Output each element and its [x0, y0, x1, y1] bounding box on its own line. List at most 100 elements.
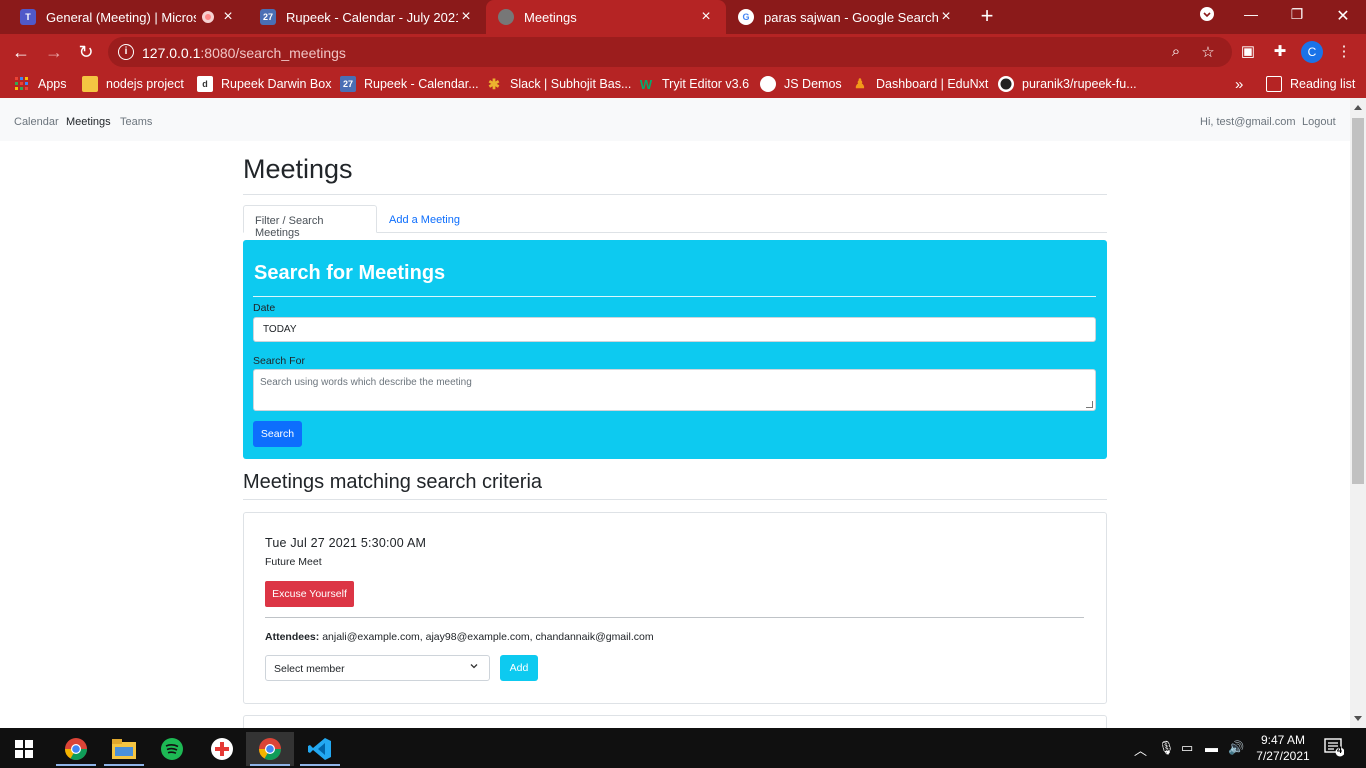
github-icon: [998, 76, 1014, 92]
screenshot-icon[interactable]: ▣: [1238, 42, 1258, 60]
edunxt-icon: ♟: [854, 76, 866, 91]
page-title: Meetings: [243, 154, 353, 184]
spotify-icon[interactable]: [148, 732, 196, 766]
network-icon[interactable]: ▭: [1181, 740, 1193, 756]
date-label: Date: [253, 302, 276, 314]
w3schools-icon: W: [639, 76, 653, 92]
profile-avatar[interactable]: C: [1301, 41, 1323, 63]
new-tab-icon[interactable]: +: [976, 5, 998, 28]
nav-link-calendar[interactable]: Calendar: [14, 116, 59, 128]
google-icon: G: [738, 9, 754, 25]
close-tab-icon[interactable]: ×: [458, 8, 474, 26]
scroll-thumb[interactable]: [1352, 118, 1364, 484]
slack-icon: ✱: [488, 75, 500, 92]
address-bar[interactable]: i 127.0.0.1:8080/search_meetings ⌕ ☆: [108, 37, 1232, 67]
add-member-button[interactable]: Add: [500, 655, 538, 681]
window-close-icon[interactable]: ✕: [1332, 6, 1354, 26]
results-heading: Meetings matching search criteria: [243, 471, 543, 493]
url-text[interactable]: 127.0.0.1:8080/search_meetings: [142, 45, 346, 61]
globe-icon: [498, 9, 514, 25]
browser-tab-teams[interactable]: T General (Meeting) | Microsof ×: [8, 0, 248, 34]
tab-filter-search[interactable]: Filter / Search Meetings: [243, 205, 377, 239]
date-input[interactable]: TODAY: [253, 317, 1096, 342]
bookmark-slack[interactable]: ✱ Slack | Subhojit Bas...: [486, 75, 631, 93]
browser-tab-calendar[interactable]: 27 Rupeek - Calendar - July 2021 ×: [248, 0, 486, 34]
bookmark-star-icon[interactable]: ☆: [1198, 43, 1218, 61]
calendar-icon: 27: [340, 76, 356, 92]
tab-search-icon[interactable]: [1196, 6, 1218, 25]
windows-start-icon[interactable]: [0, 732, 48, 766]
bookmark-github-rupeek[interactable]: puranik3/rupeek-fu...: [998, 75, 1137, 93]
resize-handle-icon[interactable]: [1086, 401, 1093, 408]
browser-tab-meetings[interactable]: Meetings ×: [486, 0, 726, 34]
teams-icon: T: [20, 9, 36, 25]
volume-icon[interactable]: 🔊: [1228, 740, 1244, 756]
close-tab-icon[interactable]: ×: [698, 8, 714, 26]
search-panel: Search for Meetings Date TODAY Search Fo…: [243, 240, 1107, 459]
bookmark-dashboard-edunxt[interactable]: ♟ Dashboard | EduNxt: [852, 75, 988, 93]
bookmarks-bar: Apps nodejs project d Rupeek Darwin Box …: [0, 70, 1366, 98]
scroll-up-icon[interactable]: [1354, 105, 1362, 110]
tray-overflow-icon[interactable]: ︿: [1134, 740, 1147, 759]
chrome-profile-taskbar-icon[interactable]: [246, 732, 294, 766]
extensions-icon[interactable]: ✚: [1270, 42, 1290, 60]
chrome-taskbar-icon[interactable]: [52, 732, 100, 766]
windows-taskbar: ︿ 🎙 ▭ ▬ 🔊 9:47 AM 7/27/2021 4: [0, 728, 1366, 768]
meeting-card: Tue Jul 27 2021 5:30:00 AM Future Meet E…: [243, 512, 1107, 704]
browser-tab-google[interactable]: G paras sajwan - Google Search ×: [726, 0, 966, 34]
browser-tabstrip: T General (Meeting) | Microsof × 27 Rupe…: [0, 0, 1366, 34]
member-select[interactable]: Select member: [265, 655, 490, 681]
meeting-name: Future Meet: [265, 556, 322, 568]
forward-icon[interactable]: →: [43, 41, 65, 63]
zoom-icon[interactable]: ⌕: [1166, 43, 1186, 60]
search-for-label: Search For: [253, 355, 305, 367]
scroll-down-icon[interactable]: [1354, 716, 1362, 721]
tab-add-meeting[interactable]: Add a Meeting: [378, 205, 471, 233]
bookmark-tryit-editor[interactable]: W Tryit Editor v3.6: [638, 75, 749, 93]
bookmark-apps[interactable]: Apps: [14, 75, 67, 93]
first-aid-app-icon[interactable]: [198, 732, 246, 766]
nav-link-meetings[interactable]: Meetings: [66, 116, 111, 128]
notifications-icon[interactable]: 4: [1324, 737, 1348, 760]
menu-kebab-icon[interactable]: ⋮: [1334, 42, 1354, 60]
restore-icon[interactable]: ❐: [1286, 6, 1308, 23]
bookmark-js-demos[interactable]: JS Demos: [760, 75, 842, 93]
recording-icon: [202, 11, 214, 23]
page-viewport: Calendar Meetings Teams Hi, test@gmail.c…: [0, 98, 1366, 728]
close-tab-icon[interactable]: ×: [220, 8, 236, 26]
vscode-icon[interactable]: [296, 732, 344, 766]
microphone-icon[interactable]: 🎙: [1158, 740, 1175, 756]
reading-list-icon: [1266, 76, 1282, 92]
bookmarks-overflow-icon[interactable]: »: [1235, 75, 1243, 93]
bookmark-darwin-box[interactable]: d Rupeek Darwin Box: [197, 75, 331, 93]
app-navbar: Calendar Meetings Teams Hi, test@gmail.c…: [0, 98, 1350, 141]
site-info-icon[interactable]: i: [118, 44, 134, 60]
minimize-icon[interactable]: —: [1240, 6, 1262, 22]
attendees-list: anjali@example.com, ajay98@example.com, …: [322, 631, 654, 643]
notification-count: 4: [1337, 745, 1343, 755]
chevron-down-icon: [469, 661, 479, 674]
search-button[interactable]: Search: [253, 421, 302, 447]
divider: [265, 617, 1084, 618]
logout-link[interactable]: Logout: [1302, 116, 1336, 128]
folder-icon: [82, 76, 98, 92]
bookmark-rupeek-calendar[interactable]: 27 Rupeek - Calendar...: [340, 75, 479, 93]
system-clock[interactable]: 9:47 AM 7/27/2021: [1248, 732, 1318, 764]
back-icon[interactable]: ←: [10, 41, 32, 63]
search-heading: Search for Meetings: [254, 262, 446, 284]
nav-link-teams[interactable]: Teams: [120, 116, 152, 128]
file-explorer-icon[interactable]: [100, 732, 148, 766]
reading-list[interactable]: Reading list: [1266, 75, 1355, 93]
page-scrollbar[interactable]: [1350, 98, 1366, 728]
user-greeting: Hi, test@gmail.com: [1200, 116, 1296, 128]
attendees-line: Attendees: anjali@example.com, ajay98@ex…: [265, 631, 654, 643]
excuse-yourself-button[interactable]: Excuse Yourself: [265, 581, 354, 607]
bookmark-nodejs-project[interactable]: nodejs project: [82, 75, 184, 93]
search-textarea[interactable]: Search using words which describe the me…: [253, 369, 1096, 411]
attendees-label: Attendees:: [265, 631, 320, 643]
meeting-date: Tue Jul 27 2021 5:30:00 AM: [265, 536, 427, 550]
divider: [243, 194, 1107, 195]
close-tab-icon[interactable]: ×: [938, 8, 954, 26]
reload-icon[interactable]: ↻: [75, 41, 97, 63]
battery-icon[interactable]: ▬: [1205, 740, 1218, 755]
